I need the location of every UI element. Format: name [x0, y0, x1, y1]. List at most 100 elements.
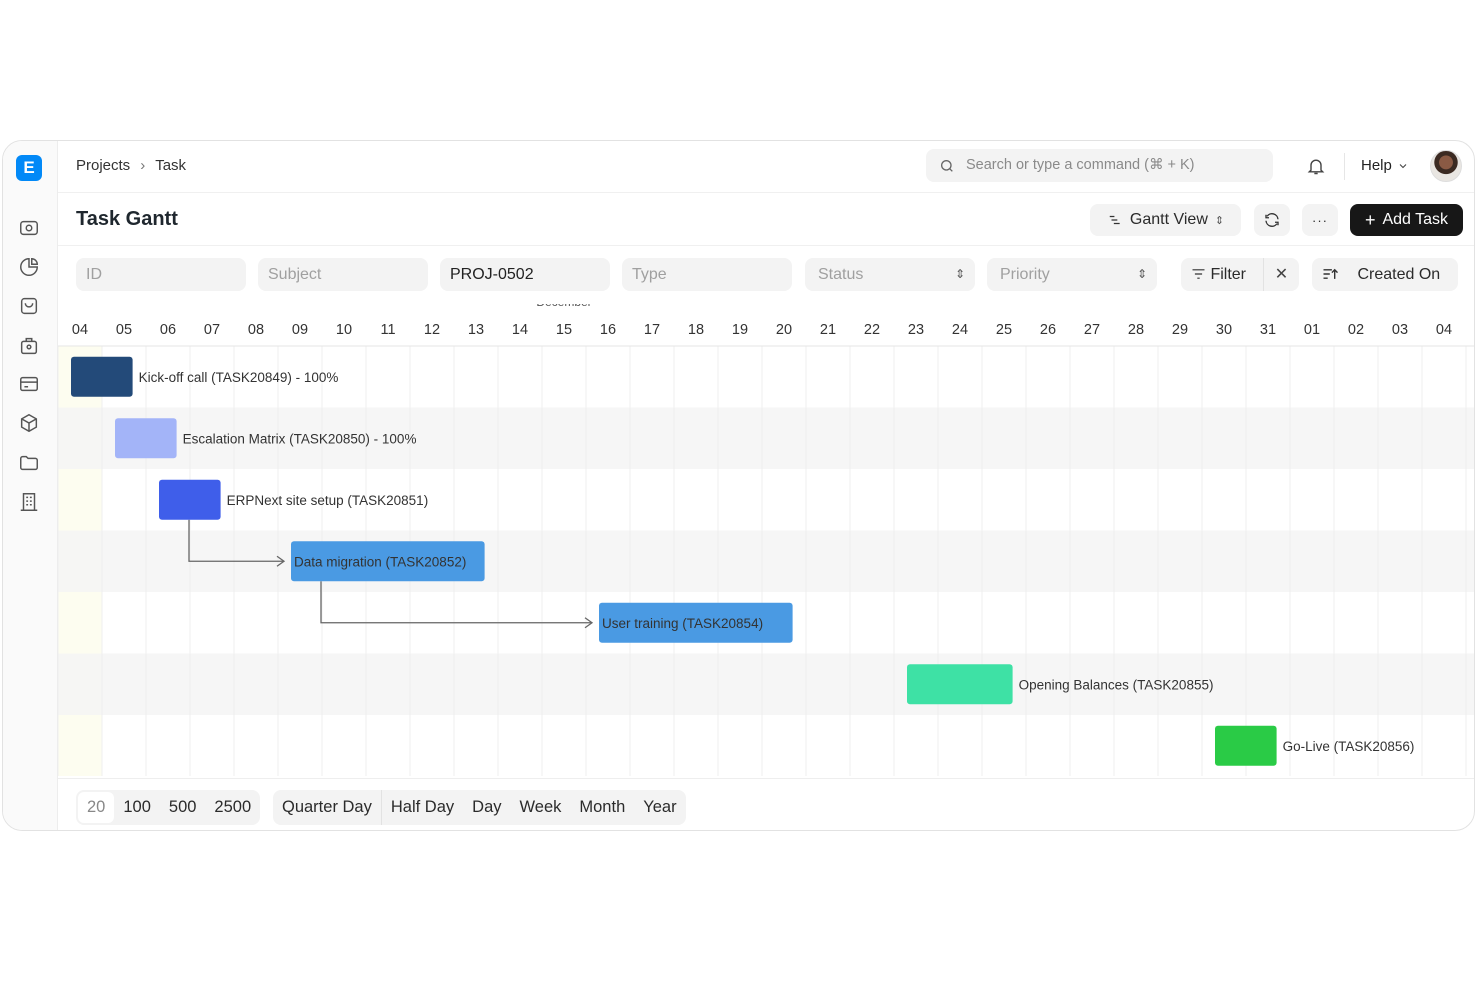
gantt-row-bg	[58, 653, 1474, 715]
day-tick-label: 21	[820, 322, 836, 338]
bell-icon[interactable]	[1306, 155, 1326, 177]
folder-icon[interactable]	[18, 452, 40, 474]
day-tick-label: 26	[1040, 322, 1056, 338]
view-mode-week[interactable]: Week	[511, 790, 571, 825]
add-task-label: Add Task	[1382, 211, 1449, 228]
status-placeholder: Status	[818, 266, 864, 283]
add-task-button[interactable]: + Add Task	[1350, 204, 1463, 236]
view-mode-month[interactable]: Month	[570, 790, 634, 825]
eye-icon[interactable]	[18, 217, 40, 239]
gantt-icon	[1109, 215, 1120, 225]
topbar: Projects › Task Search or type a command…	[58, 141, 1474, 193]
breadcrumb-task[interactable]: Task	[155, 157, 186, 174]
day-tick-label: 29	[1172, 322, 1188, 338]
select-arrows-icon: ⇕	[954, 267, 965, 281]
breadcrumb: Projects › Task	[76, 157, 186, 174]
footer-bar: 20 100 500 2500 Quarter Day Half Day Day Week M…	[58, 778, 1474, 830]
day-tick-label: 05	[116, 322, 132, 338]
day-tick-label: 04	[72, 322, 88, 338]
search-icon	[941, 160, 953, 172]
gantt-svg: December 04 05 06 07 08 09 10 11 12 13 14 15 16 17 18 19…	[58, 304, 1474, 776]
briefcase-icon[interactable]	[18, 335, 40, 357]
app-logo[interactable]: E	[16, 155, 42, 181]
task-label[interactable]: Go-Live (TASK20856)	[1283, 739, 1415, 754]
page-size-100[interactable]: 100	[114, 790, 160, 825]
id-filter-input[interactable]: ID	[76, 258, 246, 291]
day-tick-label: 27	[1084, 322, 1100, 338]
status-filter-select[interactable]: Status ⇕	[805, 258, 975, 291]
view-mode-half-day[interactable]: Half Day	[382, 790, 463, 825]
avatar[interactable]	[1430, 150, 1462, 182]
sort-icon	[1323, 268, 1338, 279]
help-menu[interactable]: Help	[1361, 157, 1409, 174]
day-tick-label: 13	[468, 322, 484, 338]
task-label[interactable]: Escalation Matrix (TASK20850) - 100%	[183, 431, 417, 446]
task-label[interactable]: ERPNext site setup (TASK20851)	[227, 493, 429, 508]
day-tick-label: 06	[160, 322, 176, 338]
sort-button[interactable]: Created On	[1312, 258, 1458, 291]
gantt-chart: December 04 05 06 07 08 09 10 11 12 13 14 15 16 17 18 19…	[58, 304, 1474, 776]
page-title: Task Gantt	[76, 208, 178, 230]
day-tick-label: 20	[776, 322, 792, 338]
app-window: E Projects › Task Search or type a comma…	[2, 140, 1475, 831]
chevron-right-icon: ›	[140, 157, 146, 174]
priority-filter-select[interactable]: Priority ⇕	[987, 258, 1157, 291]
search-placeholder: Search or type a command (⌘ + K)	[966, 157, 1195, 173]
day-tick-label: 30	[1216, 322, 1232, 338]
more-button[interactable]: ···	[1302, 204, 1338, 236]
day-tick-label: 24	[952, 322, 968, 338]
view-mode-year[interactable]: Year	[634, 790, 685, 825]
day-tick-label: 22	[864, 322, 880, 338]
sidebar: E	[3, 141, 58, 830]
sort-label: Created On	[1357, 266, 1441, 283]
task-label[interactable]: Opening Balances (TASK20855)	[1019, 677, 1214, 692]
task-label[interactable]: User training (TASK20854)	[602, 616, 763, 631]
subject-filter-input[interactable]: Subject	[258, 258, 428, 291]
page-size-selector: 20 100 500 2500	[76, 790, 261, 825]
task-label[interactable]: Kick-off call (TASK20849) - 100%	[139, 370, 339, 385]
filter-button[interactable]: Filter ✕	[1181, 258, 1299, 291]
search-input[interactable]: Search or type a command (⌘ + K)	[926, 149, 1273, 182]
view-mode-quarter-day[interactable]: Quarter Day	[273, 790, 382, 825]
task-bar[interactable]	[71, 356, 133, 397]
task-bar[interactable]	[1215, 725, 1277, 766]
page-header: Task Gantt Gantt View ⇕ ··· + Add Task	[58, 193, 1474, 246]
day-tick-label: 01	[1304, 322, 1320, 338]
type-placeholder: Type	[632, 266, 667, 283]
task-bar[interactable]	[115, 418, 177, 459]
select-arrows-icon: ⇕	[1136, 267, 1147, 281]
more-icon: ···	[1312, 212, 1328, 228]
day-tick-label: 16	[600, 322, 616, 338]
day-tick-label: 02	[1348, 322, 1364, 338]
day-tick-label: 31	[1260, 322, 1276, 338]
gantt-view-label: Gantt View	[1129, 211, 1208, 228]
page-size-20[interactable]: 20	[78, 792, 115, 823]
page-size-500[interactable]: 500	[160, 790, 206, 825]
refresh-icon	[1265, 213, 1279, 227]
day-tick-label: 09	[292, 322, 308, 338]
page-size-2500[interactable]: 2500	[205, 790, 260, 825]
credit-card-icon[interactable]	[18, 373, 40, 395]
box-icon[interactable]	[18, 412, 40, 434]
month-label: December	[536, 304, 591, 309]
view-mode-day[interactable]: Day	[463, 790, 510, 825]
pie-chart-icon[interactable]	[18, 256, 40, 278]
day-tick-label: 04	[1436, 322, 1452, 338]
project-filter-input[interactable]: PROJ-0502	[440, 258, 610, 291]
filter-label: Filter	[1210, 266, 1247, 283]
shopping-bag-icon[interactable]	[18, 295, 40, 317]
task-bar[interactable]	[907, 664, 1013, 705]
type-filter-input[interactable]: Type	[622, 258, 792, 291]
day-tick-label: 03	[1392, 322, 1408, 338]
refresh-button[interactable]	[1254, 204, 1290, 236]
building-icon[interactable]	[18, 491, 40, 513]
priority-placeholder: Priority	[1000, 266, 1050, 283]
task-bar[interactable]	[159, 479, 221, 520]
breadcrumb-projects[interactable]: Projects	[76, 157, 130, 174]
day-tick-label: 12	[424, 322, 440, 338]
task-label[interactable]: Data migration (TASK20852)	[294, 554, 466, 569]
gantt-view-button[interactable]: Gantt View ⇕	[1090, 204, 1241, 236]
day-tick-label: 17	[644, 322, 660, 338]
day-tick-label: 07	[204, 322, 220, 338]
close-icon[interactable]: ✕	[1263, 258, 1299, 291]
